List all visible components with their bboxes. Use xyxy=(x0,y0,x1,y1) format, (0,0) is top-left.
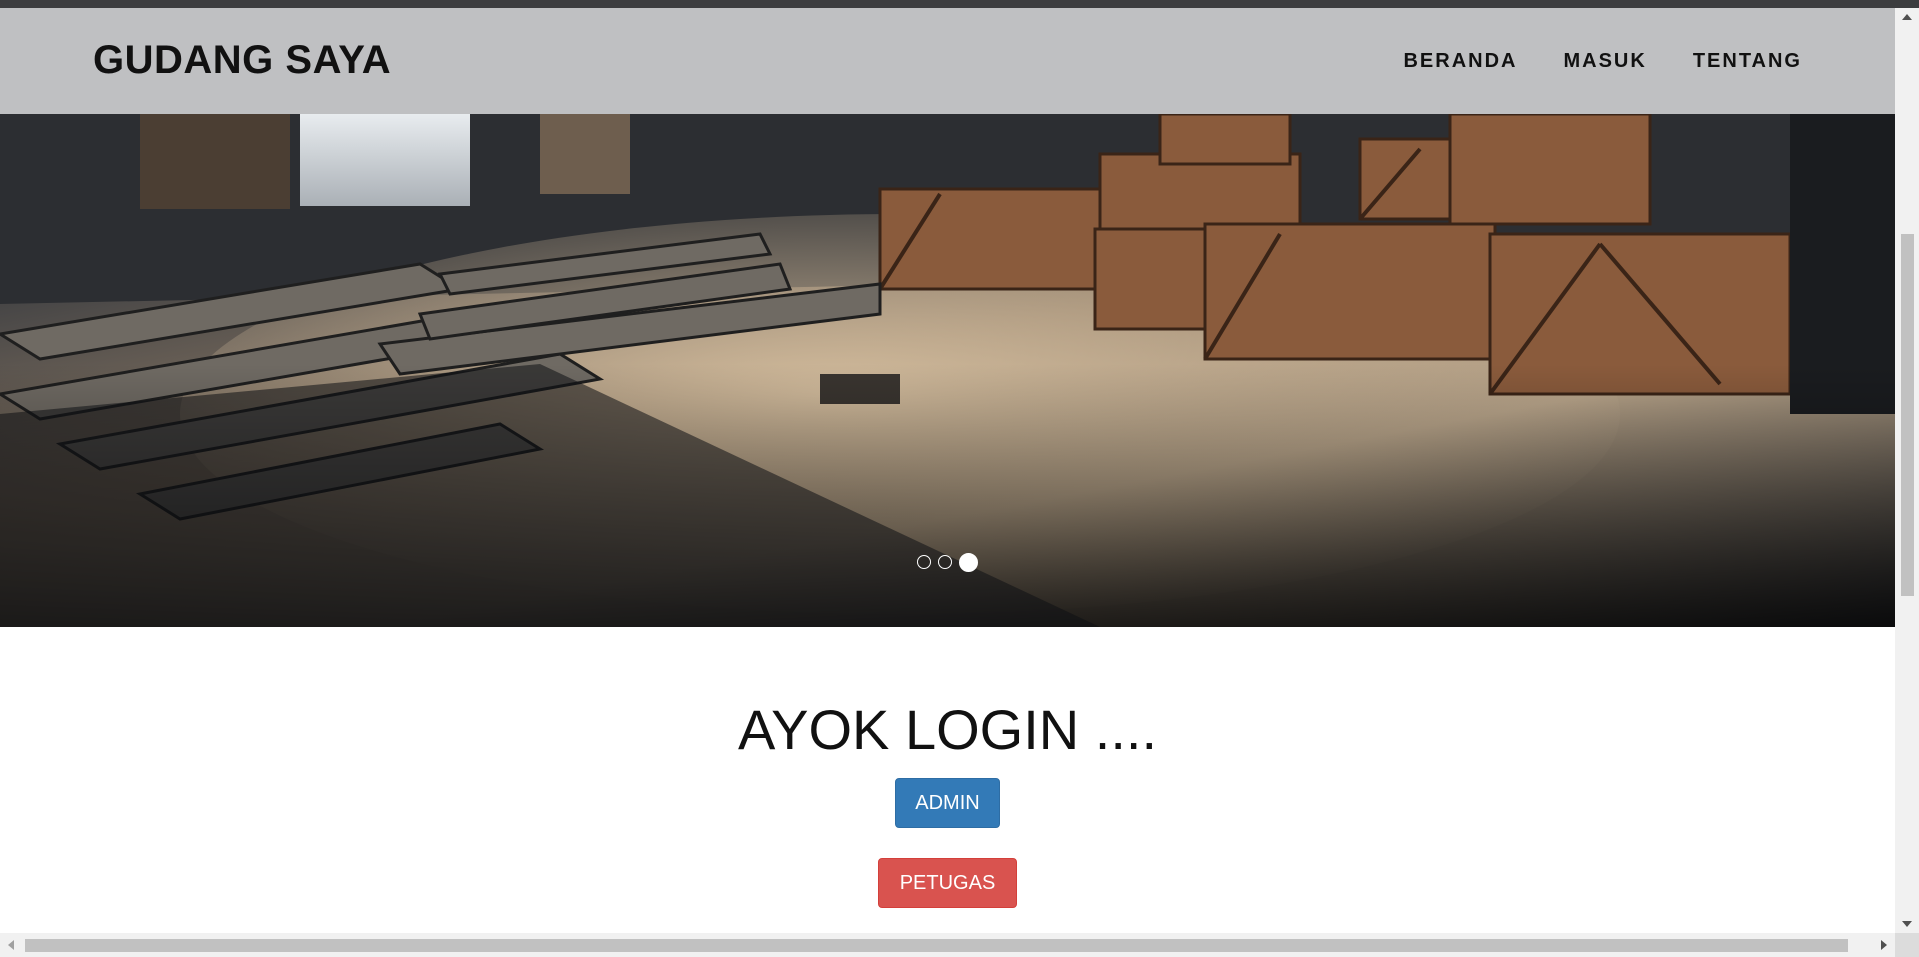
login-section: AYOK LOGIN .... ADMIN PETUGAS xyxy=(0,690,1895,908)
site-brand[interactable]: GUDANG SAYA xyxy=(93,38,391,83)
carousel-indicators xyxy=(0,553,1895,572)
login-heading: AYOK LOGIN .... xyxy=(737,698,1158,761)
nav-item-masuk[interactable]: MASUK xyxy=(1563,50,1646,73)
horizontal-scroll-thumb[interactable] xyxy=(25,939,1848,952)
scroll-down-arrow-icon[interactable] xyxy=(1902,921,1912,927)
horizontal-scrollbar[interactable] xyxy=(0,933,1895,957)
nav-links: BERANDA MASUK TENTANG xyxy=(1403,50,1802,73)
vertical-scroll-thumb[interactable] xyxy=(1901,234,1914,596)
carousel-indicator-3[interactable] xyxy=(959,553,978,572)
scrollbar-corner xyxy=(1895,933,1919,957)
carousel-slide-image xyxy=(0,114,1895,627)
admin-login-button[interactable]: ADMIN xyxy=(895,778,1000,828)
vertical-scrollbar[interactable] xyxy=(1895,8,1919,933)
hero-carousel xyxy=(0,114,1895,627)
carousel-indicator-1[interactable] xyxy=(917,555,931,569)
scroll-left-arrow-icon[interactable] xyxy=(8,940,14,950)
nav-item-beranda[interactable]: BERANDA xyxy=(1403,50,1517,73)
browser-top-edge xyxy=(0,0,1919,8)
nav-item-tentang[interactable]: TENTANG xyxy=(1693,50,1802,73)
carousel-indicator-2[interactable] xyxy=(938,555,952,569)
scroll-up-arrow-icon[interactable] xyxy=(1902,14,1912,20)
scroll-right-arrow-icon[interactable] xyxy=(1881,940,1887,950)
petugas-login-button[interactable]: PETUGAS xyxy=(878,858,1017,908)
navbar: GUDANG SAYA BERANDA MASUK TENTANG xyxy=(0,8,1895,114)
